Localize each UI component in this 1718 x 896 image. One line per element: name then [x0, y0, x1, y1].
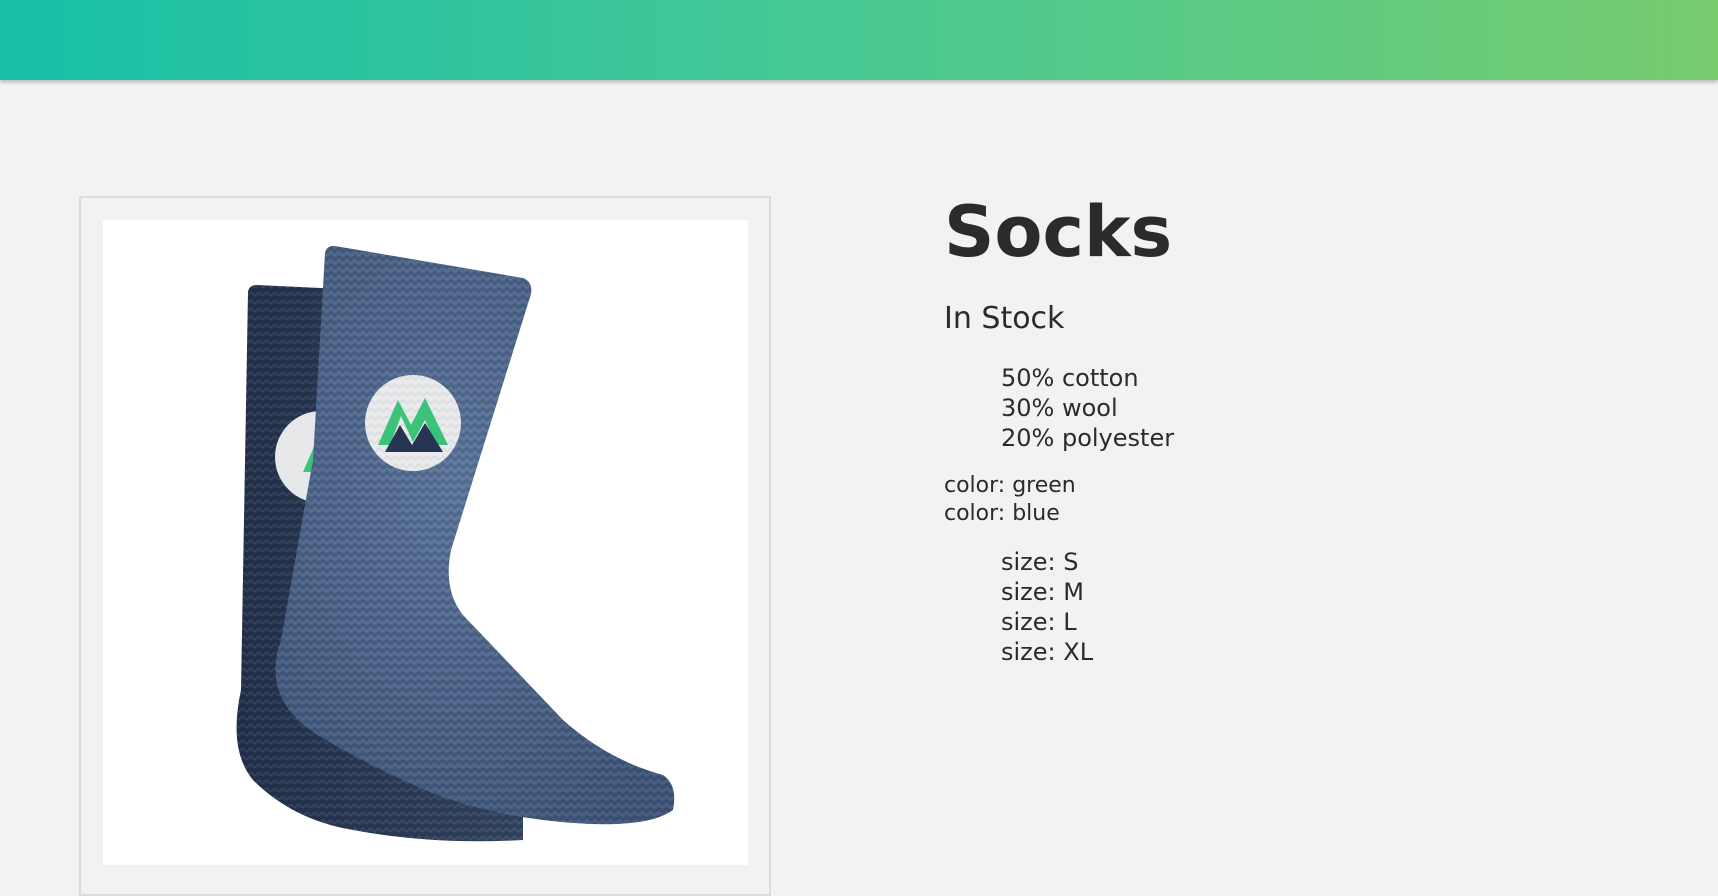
- size-list: size: S size: M size: L size: XL: [944, 547, 1644, 667]
- size-option: size: L: [1001, 608, 1077, 636]
- header-bar: [0, 0, 1718, 80]
- color-option: color: blue: [944, 501, 1060, 526]
- product-image[interactable]: [103, 220, 748, 865]
- product-title: Socks: [944, 191, 1173, 273]
- material-item: 30% wool: [1001, 394, 1118, 422]
- product-image-frame: [79, 196, 771, 896]
- materials-list: 50% cotton 30% wool 20% polyester: [944, 363, 1644, 453]
- color-option: color: green: [944, 473, 1076, 498]
- front-sock-shape: [275, 245, 675, 825]
- material-item: 50% cotton: [1001, 364, 1139, 392]
- product-details: Socks In Stock 50% cotton 30% wool 20% p…: [944, 190, 1644, 667]
- socks-illustration: [236, 245, 675, 842]
- color-list: color: green color: blue: [944, 472, 1644, 528]
- stock-status: In Stock: [944, 301, 1065, 336]
- size-option: size: M: [1001, 578, 1084, 606]
- size-option: size: XL: [1001, 638, 1094, 666]
- size-option: size: S: [1001, 548, 1079, 576]
- material-item: 20% polyester: [1001, 424, 1175, 452]
